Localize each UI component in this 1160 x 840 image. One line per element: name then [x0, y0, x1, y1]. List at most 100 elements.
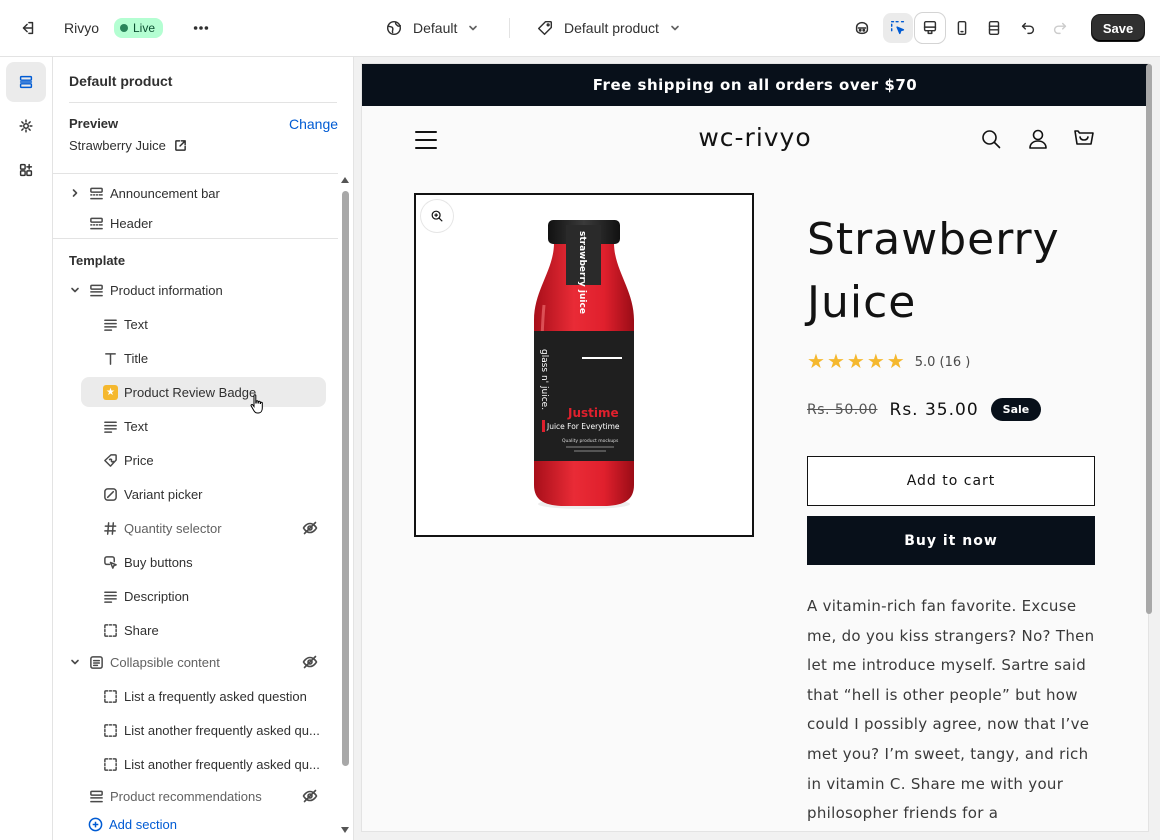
template-selector[interactable]: Default product — [536, 19, 681, 37]
chevron-down-icon — [69, 656, 81, 668]
hidden-eye-icon[interactable] — [302, 788, 318, 804]
undo-button[interactable] — [1013, 13, 1043, 43]
preview-product[interactable]: Strawberry Juice — [69, 138, 187, 153]
block-label: List a frequently asked question — [124, 688, 307, 704]
preview-scrollbar[interactable] — [1146, 64, 1152, 624]
rating-text: 5.0 (16 ) — [914, 354, 971, 370]
block-price[interactable]: Price — [103, 447, 329, 473]
block-faq-item[interactable]: List a frequently asked question — [103, 683, 329, 709]
bottle-tagline: Juice For Everytime — [546, 422, 620, 431]
block-faq-item[interactable]: List another frequently asked qu... — [103, 717, 329, 743]
product-description: A vitamin-rich fan favorite. Excuse me, … — [807, 597, 1095, 823]
product-title: Strawberry Juice — [807, 214, 1060, 328]
cursor-click-icon — [103, 555, 118, 570]
gear-icon — [19, 119, 33, 133]
block-faq-item[interactable]: List another frequently asked qu... — [103, 751, 329, 777]
ai-assistant-button[interactable] — [847, 13, 877, 43]
sidebar-divider — [53, 173, 338, 174]
section-icon — [89, 216, 104, 231]
block-quantity-selector[interactable]: Quantity selector — [103, 515, 329, 541]
template-heading: Template — [69, 253, 126, 268]
fullscreen-view-button[interactable] — [979, 13, 1009, 43]
sidebar-divider — [53, 238, 338, 239]
store-name: Rivyo — [64, 20, 100, 36]
redo-button[interactable] — [1045, 13, 1075, 43]
block-share[interactable]: Share — [103, 617, 329, 643]
change-preview-link[interactable]: Change — [289, 116, 338, 132]
scroll-thumb[interactable] — [1146, 64, 1152, 614]
apps-icon — [19, 163, 33, 177]
preview-product-name: Strawberry Juice — [69, 138, 166, 153]
price-tag-icon — [103, 453, 118, 468]
app-embeds-rail-button[interactable] — [6, 150, 46, 190]
account-icon[interactable] — [1026, 127, 1050, 151]
sections-rail-button[interactable] — [6, 62, 46, 102]
product-media[interactable]: strawberry juice glass n' juice. Justime… — [414, 193, 754, 537]
search-icon[interactable] — [979, 127, 1003, 151]
section-label: Product information — [110, 282, 223, 298]
section-collapsible-content[interactable]: Collapsible content — [69, 649, 329, 675]
buy-it-now-button[interactable]: Buy it now — [807, 516, 1095, 565]
section-label: Announcement bar — [110, 185, 220, 201]
topbar-divider — [509, 18, 510, 38]
cursor-select-icon — [890, 20, 905, 35]
announcement-bar: Free shipping on all orders over $70 — [362, 64, 1148, 106]
scroll-down-arrow-icon[interactable] — [341, 827, 349, 833]
section-label: Product recommendations — [110, 788, 262, 804]
scroll-up-arrow-icon[interactable] — [341, 177, 349, 183]
store-header: wc-rivyo — [362, 106, 1148, 176]
star-icon: ★ — [846, 351, 865, 373]
save-button[interactable]: Save — [1092, 15, 1144, 41]
section-product-recommendations[interactable]: Product recommendations — [69, 783, 329, 809]
sidebar-scrollbar[interactable] — [339, 177, 349, 840]
fullscreen-icon — [988, 20, 1000, 36]
section-header[interactable]: Header — [69, 210, 329, 236]
template-selector-label: Default product — [564, 20, 659, 36]
scroll-thumb[interactable] — [342, 191, 349, 766]
block-text[interactable]: Text — [103, 311, 329, 337]
desktop-view-button[interactable] — [915, 13, 945, 43]
bottle-small-text: Quality product mockups — [562, 438, 619, 444]
block-description[interactable]: Description — [103, 583, 329, 609]
block-label: Text — [124, 316, 148, 332]
text-align-icon — [103, 419, 118, 434]
chevron-down-icon — [671, 25, 679, 31]
more-actions-button[interactable] — [186, 13, 216, 43]
ellipsis-icon — [193, 26, 209, 30]
sections-icon — [19, 75, 33, 89]
mobile-icon — [957, 20, 967, 36]
dashed-square-icon — [103, 757, 118, 772]
theme-selector[interactable]: Default — [385, 19, 479, 37]
editor-topbar: Rivyo Live Default Default product Save — [0, 0, 1160, 57]
list-section-icon — [89, 655, 104, 670]
add-section-label: Add section — [109, 817, 177, 832]
block-label: Price — [124, 452, 154, 468]
bottle-brand: Justime — [567, 406, 619, 420]
section-product-information[interactable]: Product information — [69, 277, 329, 303]
block-variant-picker[interactable]: Variant picker — [103, 481, 329, 507]
add-section-button[interactable]: Add section — [88, 817, 177, 832]
cart-icon[interactable] — [1072, 127, 1096, 151]
exit-button[interactable] — [13, 13, 43, 43]
product-review-badge[interactable]: ★ ★ ★ ★ ★ 5.0 (16 ) — [807, 352, 970, 372]
block-buy-buttons[interactable]: Buy buttons — [103, 549, 329, 575]
inspector-button[interactable] — [883, 13, 913, 43]
hidden-eye-icon[interactable] — [302, 520, 318, 536]
hidden-eye-icon[interactable] — [302, 654, 318, 670]
block-label: Buy buttons — [124, 554, 193, 570]
theme-settings-rail-button[interactable] — [6, 106, 46, 146]
star-icon: ★ — [807, 351, 825, 373]
section-icon — [89, 789, 104, 804]
text-align-icon — [103, 589, 118, 604]
device-view-group — [915, 13, 1009, 43]
star-icon: ★ — [886, 351, 905, 373]
dashed-square-icon — [103, 689, 118, 704]
block-text[interactable]: Text — [103, 413, 329, 439]
section-announcement-bar[interactable]: Announcement bar — [69, 180, 329, 206]
block-product-review-badge[interactable]: ★ Product Review Badge — [81, 377, 326, 407]
block-title[interactable]: Title — [103, 345, 329, 371]
sections-sidebar: Default product Preview Change Strawberr… — [53, 57, 354, 840]
add-to-cart-button[interactable]: Add to cart — [807, 456, 1095, 506]
sale-price: Rs. 35.00 — [889, 399, 979, 420]
mobile-view-button[interactable] — [947, 13, 977, 43]
